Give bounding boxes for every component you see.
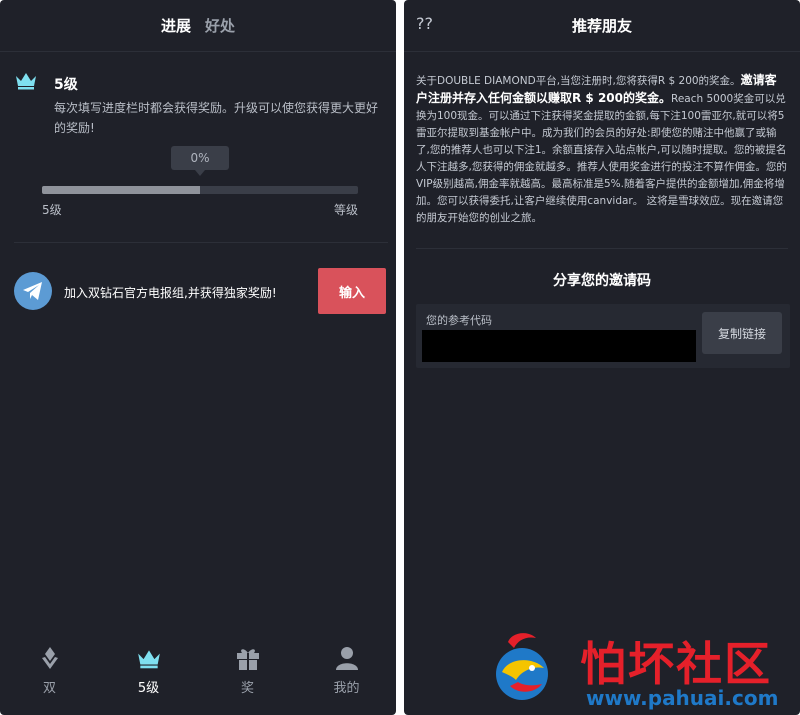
progress-bar-start-label: 5级 bbox=[42, 203, 62, 217]
progress-bar bbox=[42, 186, 358, 194]
tab-benefits[interactable]: 好处 bbox=[205, 15, 235, 36]
crown-icon bbox=[16, 73, 36, 90]
progress-panel: 进展 好处 5级 每次填写进度栏时都会获得奖励。升级可以使您获得更大更好的奖励!… bbox=[0, 0, 396, 715]
nav-label: 双 bbox=[42, 681, 56, 696]
nav-label: 我的 bbox=[333, 681, 360, 696]
nav-item-rewards[interactable]: 奖 bbox=[208, 645, 288, 696]
nav-label: 5级 bbox=[137, 681, 160, 696]
nav-item-mine[interactable]: 我的 bbox=[307, 645, 387, 696]
diamond-icon bbox=[37, 645, 63, 671]
referral-code-field[interactable] bbox=[422, 330, 696, 362]
share-title: 分享您的邀请码 bbox=[553, 273, 651, 289]
progress-bar-end-label: 等级 bbox=[333, 203, 358, 217]
description-part-1: 关于DOUBLE DIAMOND平台,当您注册时,您将获得R $ 200的奖金。 bbox=[416, 75, 741, 87]
telegram-promo-text: 加入双钻石官方电报组,并获得独家奖励! bbox=[64, 286, 277, 300]
progress-bar-fill bbox=[42, 186, 200, 194]
referral-code-box: 您的参考代码 复制链接 bbox=[416, 304, 790, 368]
fish-logo-icon bbox=[496, 633, 548, 700]
back-button[interactable]: ?? bbox=[416, 14, 433, 33]
divider bbox=[14, 242, 388, 243]
telegram-icon bbox=[14, 272, 52, 310]
nav-label: 奖 bbox=[240, 681, 254, 696]
level-crown bbox=[14, 70, 38, 90]
gift-icon bbox=[235, 645, 261, 671]
tab-progress[interactable]: 进展 bbox=[161, 15, 191, 36]
nav-item-level[interactable]: 5级 bbox=[109, 645, 189, 696]
progress-percentage-bubble: 0% bbox=[171, 146, 229, 176]
header: ?? 推荐朋友 bbox=[404, 0, 800, 52]
referral-code-label: 您的参考代码 bbox=[426, 314, 492, 327]
refer-friends-panel: ?? 推荐朋友 关于DOUBLE DIAMOND平台,当您注册时,您将获得R $… bbox=[404, 0, 800, 715]
crown-icon bbox=[136, 645, 162, 671]
description-part-2: Reach 5000奖金可以兑换为100现金。可以通过下注获得奖金提取的金额,每… bbox=[416, 93, 787, 224]
page-title: 推荐朋友 bbox=[571, 17, 632, 35]
watermark-url: www.pahuai.com bbox=[586, 686, 779, 710]
copy-link-button[interactable]: 复制链接 bbox=[702, 312, 782, 354]
nav-item-double[interactable]: 双 bbox=[10, 645, 90, 696]
bottom-nav: 双 5级 奖 我的 bbox=[0, 635, 396, 715]
user-icon bbox=[334, 645, 360, 671]
divider bbox=[416, 248, 788, 249]
watermark: 怕坏社区 www.pahuai.com bbox=[482, 622, 800, 715]
watermark-text: 怕坏社区 bbox=[580, 637, 772, 691]
level-title: 5级 bbox=[54, 77, 78, 93]
referral-description: 关于DOUBLE DIAMOND平台,当您注册时,您将获得R $ 200的奖金。… bbox=[416, 72, 788, 227]
top-tabs: 进展 好处 bbox=[0, 0, 396, 52]
join-telegram-button[interactable]: 输入 bbox=[318, 268, 386, 314]
level-description: 每次填写进度栏时都会获得奖励。升级可以使您获得更大更好的奖励! bbox=[54, 101, 379, 135]
